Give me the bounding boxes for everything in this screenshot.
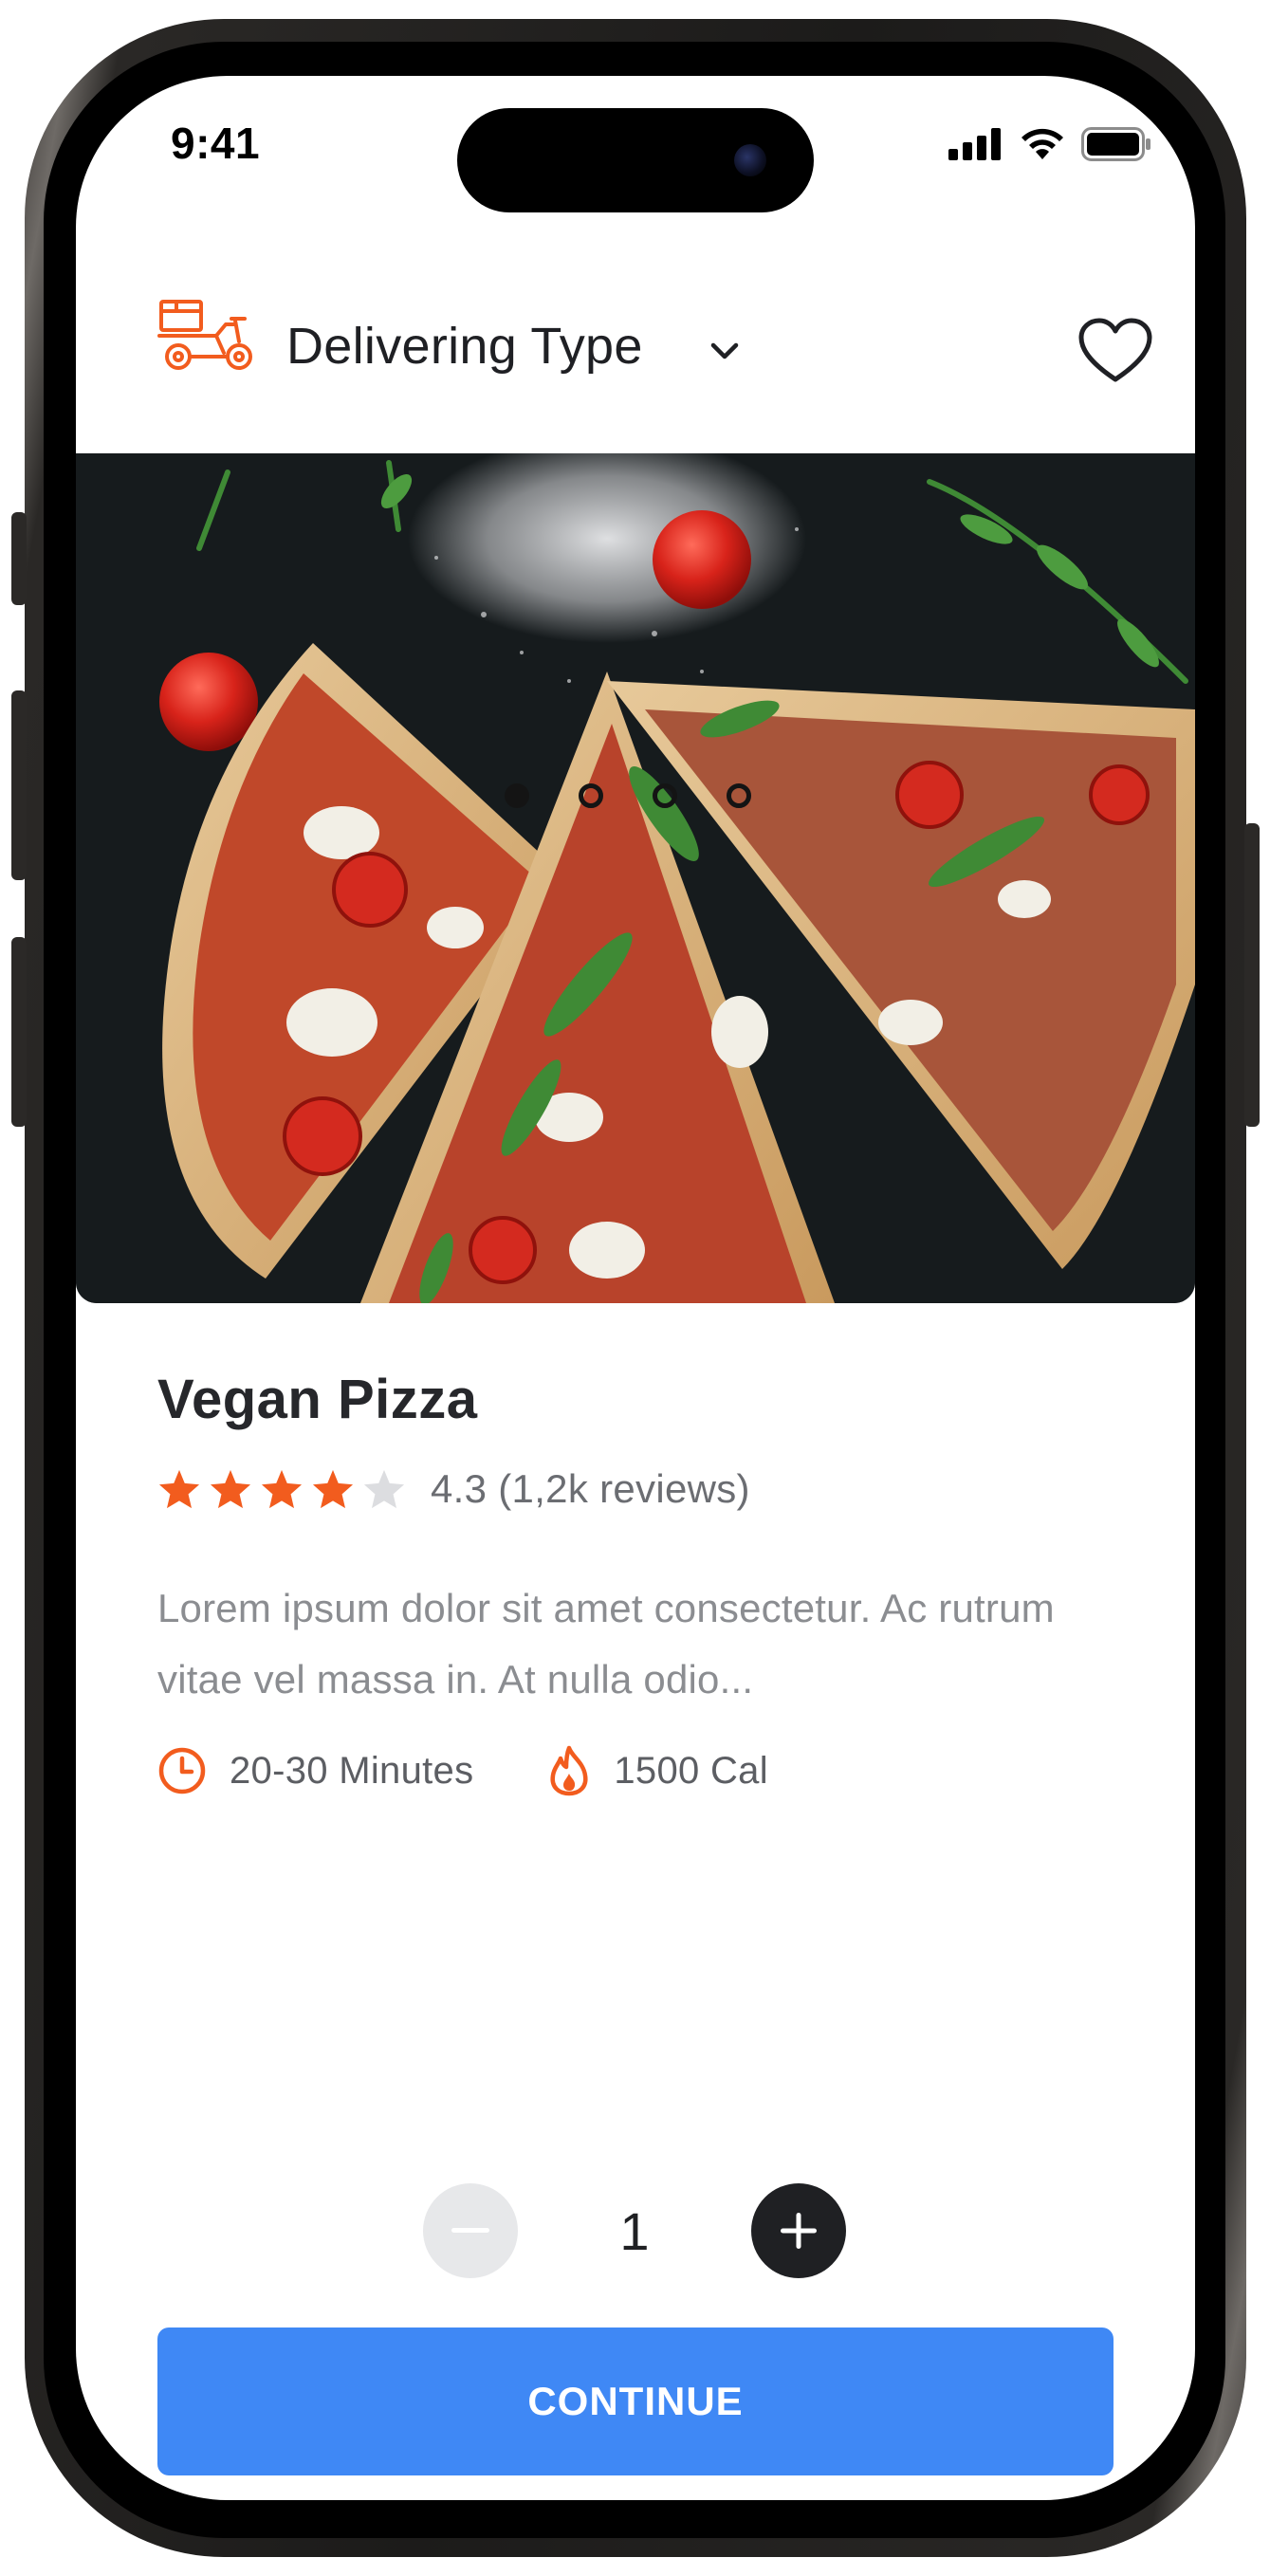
- dynamic-island: [457, 108, 814, 212]
- carousel-dot[interactable]: [653, 783, 677, 808]
- rating-text: 4.3 (1,2k reviews): [431, 1466, 750, 1511]
- continue-button[interactable]: CONTINUE: [157, 2328, 1114, 2475]
- delivery-type-title[interactable]: Delivering Type: [286, 317, 643, 376]
- quantity-value: 1: [619, 2201, 650, 2261]
- header-bar: Delivering Type: [76, 237, 1195, 455]
- carousel-dot-active[interactable]: [505, 783, 529, 808]
- prep-time-text: 20-30 Minutes: [230, 1749, 474, 1792]
- star-empty-icon: [363, 1469, 405, 1509]
- pizza-photo: [76, 453, 1195, 1303]
- carousel-dot[interactable]: [727, 783, 751, 808]
- battery-icon: [1081, 127, 1150, 161]
- calories: 1500 Cal: [547, 1745, 768, 1796]
- camera-icon: [734, 144, 766, 176]
- product-title: Vegan Pizza: [157, 1369, 478, 1430]
- product-description: Lorem ipsum dolor sit amet consectetur. …: [157, 1586, 1055, 1702]
- chevron-down-icon[interactable]: [706, 338, 744, 366]
- star-filled-icon: [312, 1469, 354, 1509]
- fire-icon: [550, 1745, 588, 1796]
- heart-icon[interactable]: [1077, 317, 1153, 385]
- carousel-dots: [505, 783, 751, 808]
- clock-icon: [158, 1747, 206, 1794]
- side-button-power: [1244, 823, 1260, 1127]
- status-icons: [948, 127, 1151, 161]
- minus-icon: [451, 2228, 489, 2233]
- cellular-signal-icon: [948, 128, 1001, 160]
- delivery-scooter-icon: [157, 300, 252, 370]
- product-meta: 20-30 Minutes 1500 Cal: [157, 1745, 842, 1796]
- plus-icon: [781, 2213, 817, 2249]
- status-time: 9:41: [171, 119, 261, 168]
- carousel-dot[interactable]: [579, 783, 603, 808]
- prep-time: 20-30 Minutes: [157, 1746, 473, 1795]
- side-button-volume-down: [11, 937, 27, 1127]
- product-image-carousel[interactable]: [76, 453, 1195, 1303]
- side-button-volume-up: [11, 690, 27, 880]
- quantity-stepper: 1: [423, 2183, 846, 2278]
- star-filled-icon: [261, 1469, 303, 1509]
- app-screen: 9:41 Delivering Type Vegan Pizza 4.3 (1,…: [76, 76, 1195, 2500]
- rating-row: 4.3 (1,2k reviews): [157, 1466, 750, 1512]
- wifi-icon: [1022, 128, 1063, 159]
- star-filled-icon: [210, 1469, 251, 1509]
- star-filled-icon: [158, 1469, 200, 1509]
- increase-quantity-button[interactable]: [751, 2183, 846, 2278]
- calories-text: 1500 Cal: [614, 1749, 768, 1792]
- decrease-quantity-button[interactable]: [423, 2183, 518, 2278]
- side-button-action: [11, 512, 27, 605]
